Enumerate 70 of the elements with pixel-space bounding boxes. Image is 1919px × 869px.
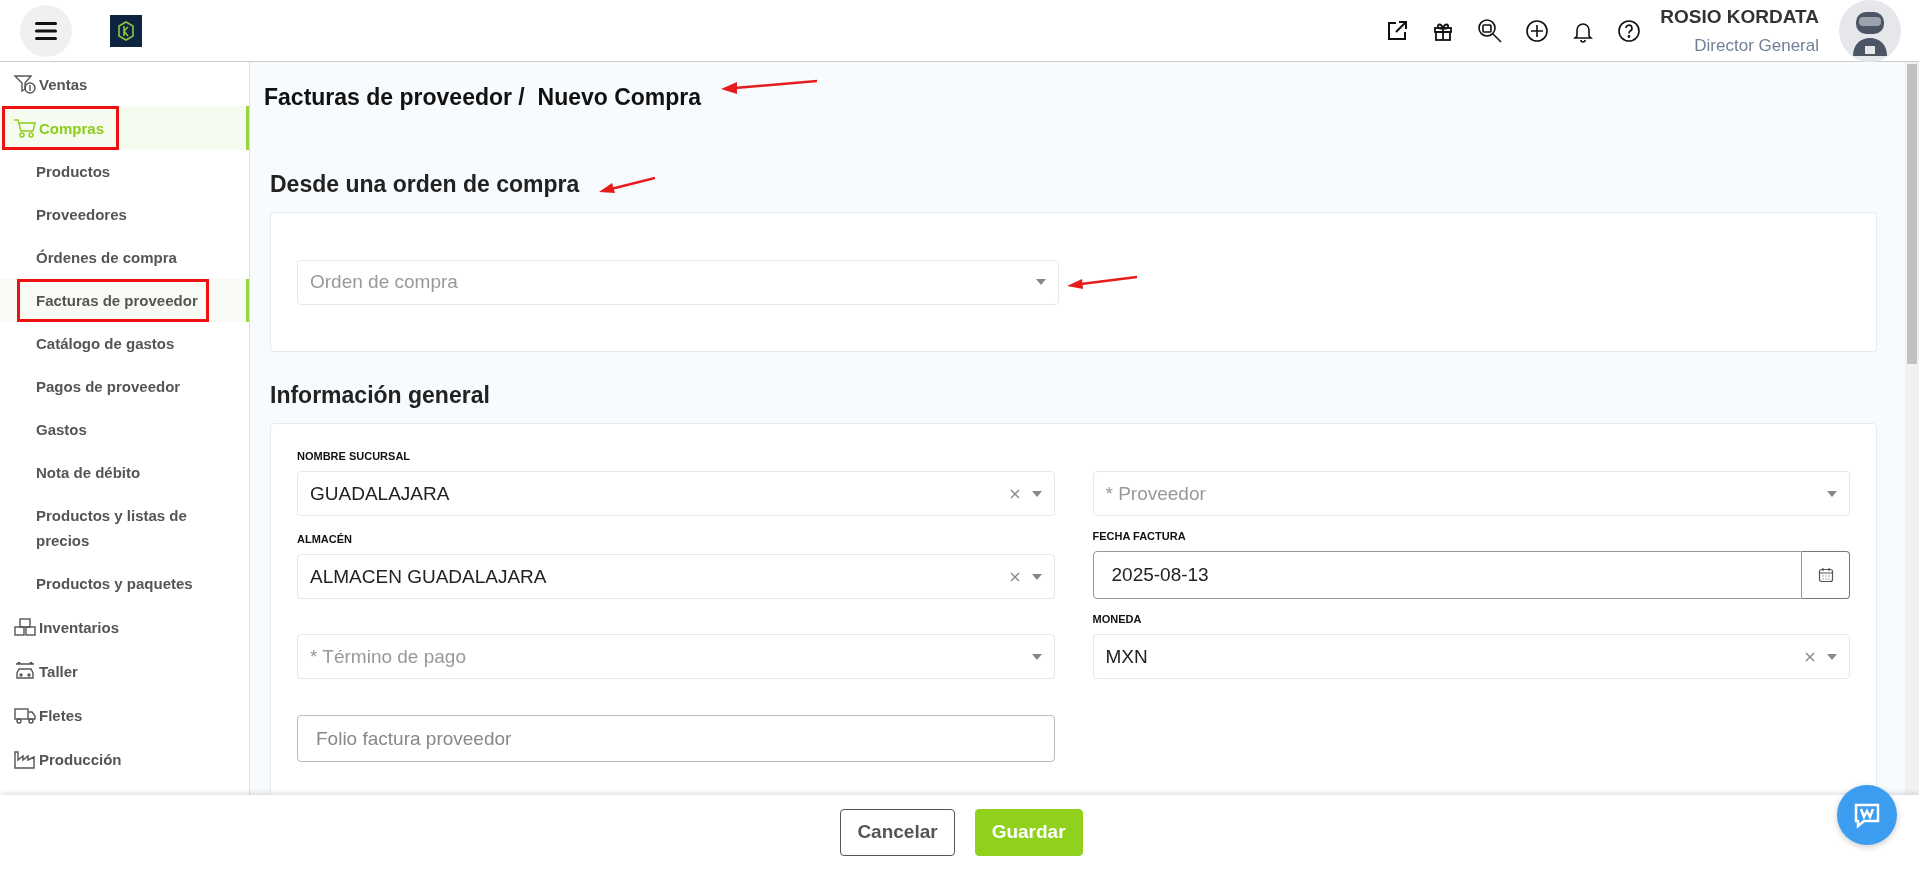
- sidebar-subitem[interactable]: Facturas de proveedor: [0, 279, 249, 322]
- sidebar-subitem[interactable]: Productos: [0, 150, 249, 193]
- add-icon[interactable]: [1525, 18, 1550, 43]
- sidebar-label: Fletes: [39, 706, 83, 724]
- calendar-icon: [1817, 567, 1834, 583]
- scrollbar-thumb[interactable]: [1907, 64, 1917, 364]
- user-role: Director General: [1694, 35, 1819, 56]
- caret-icon: [1031, 653, 1042, 660]
- menu-icon: [35, 21, 57, 40]
- sidebar-label: Productos: [35, 162, 112, 182]
- sidebar-subitem[interactable]: Pagos de proveedor: [0, 365, 249, 408]
- caret-icon: [1031, 573, 1042, 580]
- page-title: Facturas de proveedor / Nuevo Compra: [264, 84, 702, 111]
- funnel-coin-icon: [13, 73, 37, 95]
- close-icon[interactable]: [1805, 651, 1815, 662]
- caret-icon: [1036, 279, 1046, 285]
- caret-icon: [1827, 653, 1837, 660]
- sidebar-item[interactable]: Inventarios: [0, 605, 249, 649]
- cancel-button[interactable]: Cancelar: [840, 808, 955, 856]
- sidebar-label: Nota de débito: [35, 463, 142, 483]
- sidebar-subitem[interactable]: Catálogo de gastos: [0, 322, 249, 365]
- section-title: Desde una orden de compra: [269, 171, 580, 198]
- sidebar-subitem[interactable]: Órdenes de compra: [0, 236, 249, 279]
- section-title: Información general: [269, 382, 491, 409]
- sidebar-label: Catálogo de gastos: [35, 334, 176, 354]
- cart-icon: [13, 117, 37, 139]
- sidebar-label: Facturas de proveedor: [17, 279, 209, 322]
- select-field[interactable]: ALMACEN GUADALAJARA: [297, 554, 1055, 599]
- boxes-icon: [13, 616, 37, 638]
- car-wrench-icon: [13, 660, 37, 682]
- close-icon[interactable]: [1009, 571, 1020, 582]
- sidebar-subitem[interactable]: Gastos: [0, 408, 249, 451]
- help-icon[interactable]: [1617, 18, 1642, 43]
- sidebar-item[interactable]: Ventas: [0, 62, 249, 106]
- logo-icon[interactable]: [110, 14, 142, 47]
- select-field[interactable]: MXN: [1092, 634, 1850, 679]
- calendar-button[interactable]: [1802, 551, 1850, 599]
- field-label: MONEDA: [1092, 613, 1143, 625]
- sidebar-label: Inventarios: [39, 618, 120, 636]
- field-label: FECHA FACTURA: [1092, 530, 1187, 542]
- field-label: NOMBRE SUCURSAL: [297, 450, 412, 462]
- sidebar-label: Producción: [39, 750, 122, 768]
- sidebar-subitem[interactable]: Productos y listas de precios: [0, 494, 249, 562]
- close-icon[interactable]: [1009, 488, 1020, 499]
- sidebar-label: Compras: [39, 119, 105, 137]
- user-name: ROSIO KORDATA: [1660, 5, 1819, 28]
- sidebar-subitem[interactable]: Productos y paquetes: [0, 562, 249, 605]
- sidebar-label: Productos y paquetes: [35, 574, 194, 594]
- field-label: ALMACÉN: [297, 533, 353, 545]
- sidebar-label: Taller: [39, 662, 78, 680]
- external-link-icon[interactable]: [1385, 18, 1410, 43]
- sidebar-label: Productos y listas de precios: [35, 506, 188, 551]
- sidebar-item[interactable]: Taller: [0, 649, 249, 693]
- date-field[interactable]: 2025-08-13: [1092, 551, 1802, 599]
- sidebar-label: Pagos de proveedor: [35, 377, 182, 397]
- sidebar-label: Gastos: [35, 420, 88, 440]
- caret-icon: [1031, 490, 1042, 497]
- sidebar-label: Proveedores: [35, 205, 128, 225]
- sidebar-label: Ventas: [39, 75, 88, 93]
- search-icon[interactable]: [1477, 17, 1504, 44]
- select-field[interactable]: GUADALAJARA: [297, 471, 1055, 516]
- sidebar-label: Órdenes de compra: [35, 248, 178, 268]
- factory-icon: [13, 748, 37, 770]
- avatar-icon[interactable]: [1839, 0, 1901, 62]
- sidebar-subitem[interactable]: Proveedores: [0, 193, 249, 236]
- sidebar-item[interactable]: Producción: [0, 737, 249, 781]
- text-field[interactable]: Folio factura proveedor: [297, 715, 1055, 762]
- sidebar-item[interactable]: Fletes: [0, 693, 249, 737]
- sidebar-subitem[interactable]: Nota de débito: [0, 451, 249, 494]
- caret-icon: [1827, 490, 1837, 497]
